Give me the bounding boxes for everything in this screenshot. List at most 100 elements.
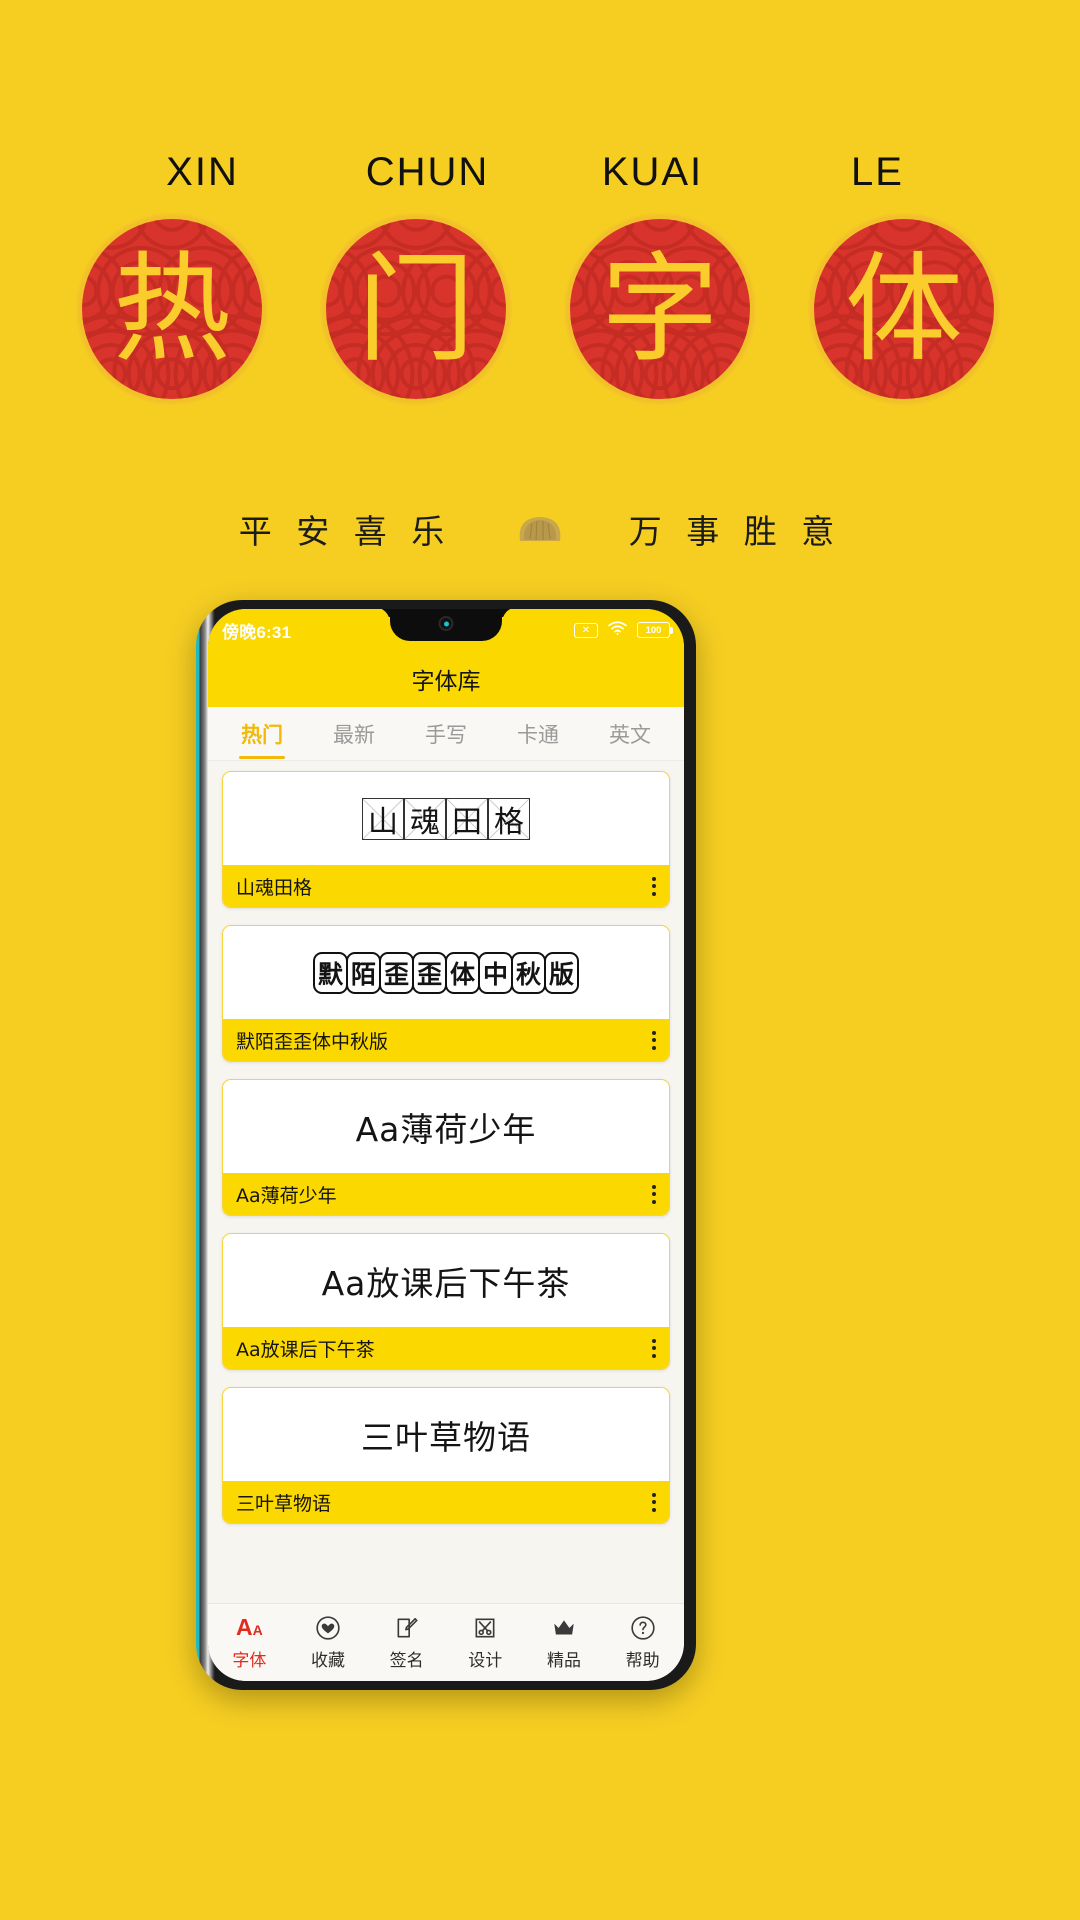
grid-cell: 田 (446, 797, 488, 840)
nav-label: 设计 (468, 1650, 503, 1671)
font-card[interactable]: 山 魂 田 格 山魂田格 (222, 771, 670, 908)
tab-english[interactable]: 英文 (607, 713, 653, 755)
nav-item-help[interactable]: 帮助 (608, 1613, 678, 1671)
tab-bar: 热门 最新 手写 卡通 英文 (208, 707, 684, 761)
font-name: 三叶草物语 (236, 1492, 332, 1515)
poster-circle-glyph: 字 (600, 240, 719, 378)
font-sample: Aa薄荷少年 (355, 1109, 537, 1149)
font-sample-bubble: 默陌歪歪体中秋版 (312, 951, 580, 994)
grid-cell: 格 (488, 797, 530, 840)
poster-circles: 热 门 字 体 (78, 215, 998, 403)
front-camera-icon (438, 616, 454, 631)
font-sample-char: 秋 (511, 951, 547, 994)
font-sample-char: 中 (478, 951, 514, 994)
font-name: Aa薄荷少年 (236, 1184, 337, 1207)
font-sample: 三叶草物语 (361, 1417, 531, 1457)
grid-cell: 魂 (404, 797, 446, 840)
font-card-footer: 三叶草物语 (223, 1481, 669, 1523)
x-box-icon: ✕ (574, 622, 598, 638)
nav-item-premium[interactable]: 精品 (529, 1613, 599, 1671)
more-vertical-icon[interactable] (652, 1030, 656, 1050)
font-card-footer: 默陌歪歪体中秋版 (223, 1019, 669, 1061)
font-card-footer: Aa放课后下午茶 (223, 1327, 669, 1369)
nav-item-signature[interactable]: 签名 (372, 1613, 442, 1671)
font-list: 山 魂 田 格 山魂田格 默陌歪歪体中秋版 默陌歪歪体中秋版 Aa薄荷少年 Aa… (208, 761, 684, 1524)
gold-ingot-icon (510, 507, 570, 551)
nav-item-design[interactable]: 设计 (450, 1613, 520, 1671)
battery-icon: 100 (637, 622, 673, 638)
phone-bezel: 傍晚6:31 ✕ 100 字体库 热门 最新 手写 卡通 英文 山 魂 田 格 … (208, 609, 684, 1681)
pinyin-le: LE (851, 150, 904, 194)
more-vertical-icon[interactable] (652, 1184, 656, 1204)
font-sample-char: 陌 (345, 951, 381, 994)
more-vertical-icon[interactable] (652, 876, 656, 896)
font-sample-char: 歪 (378, 951, 414, 994)
grid-cell: 山 (362, 797, 404, 840)
blessing-left: 平 安 喜 乐 (238, 512, 452, 551)
phone-screen: 傍晚6:31 ✕ 100 字体库 热门 最新 手写 卡通 英文 山 魂 田 格 … (208, 609, 684, 1681)
nav-item-fonts[interactable]: AA 字体 (214, 1613, 284, 1671)
font-sample-char: 默 (312, 951, 348, 994)
font-sample-char: 体 (445, 951, 481, 994)
pinyin-row: XIN CHUN KUAI LE (90, 150, 990, 195)
font-name: 山魂田格 (236, 876, 313, 899)
poster-circle-glyph: 门 (356, 240, 475, 378)
font-aa-icon: AA (235, 1614, 263, 1640)
font-name: Aa放课后下午茶 (236, 1338, 375, 1361)
heart-icon (315, 1613, 341, 1643)
font-sample-char: 魂 (410, 804, 440, 840)
poster-circle-ti: 体 (810, 215, 998, 403)
nav-label: 签名 (389, 1650, 424, 1671)
tab-handwriting[interactable]: 手写 (423, 713, 469, 755)
phone-mockup: 傍晚6:31 ✕ 100 字体库 热门 最新 手写 卡通 英文 山 魂 田 格 … (196, 600, 696, 1690)
nav-label: 收藏 (310, 1650, 345, 1671)
font-name: 默陌歪歪体中秋版 (236, 1030, 389, 1053)
font-sample-grid: 山 魂 田 格 (362, 797, 530, 840)
font-preview: Aa放课后下午茶 (223, 1234, 669, 1327)
app-bar: 字体库 (208, 651, 684, 707)
font-sample-char: 田 (452, 804, 482, 840)
battery-level: 100 (645, 624, 662, 636)
poster-circle-men: 门 (322, 215, 510, 403)
pinyin-chun: CHUN (365, 150, 490, 194)
status-bar: 傍晚6:31 ✕ 100 (208, 609, 684, 651)
font-card-footer: Aa薄荷少年 (223, 1173, 669, 1215)
font-sample-char: 歪 (411, 951, 447, 994)
blessing-right: 万 事 胜 意 (628, 512, 842, 551)
font-card[interactable]: Aa薄荷少年 Aa薄荷少年 (222, 1079, 670, 1216)
font-sample-char: 版 (544, 951, 580, 994)
poster-circle-re: 热 (78, 215, 266, 403)
scissors-icon (472, 1613, 498, 1643)
more-vertical-icon[interactable] (652, 1338, 656, 1358)
font-sample-char: 格 (494, 804, 524, 840)
font-preview: 三叶草物语 (223, 1388, 669, 1481)
wifi-icon (607, 620, 628, 641)
poster-circle-glyph: 体 (844, 240, 963, 378)
poster-header: XIN CHUN KUAI LE 热 门 字 体 平 安 喜 乐 万 事 胜 意 (0, 0, 1080, 600)
font-card[interactable]: 三叶草物语 三叶草物语 (222, 1387, 670, 1524)
nav-label: 字体 (232, 1650, 267, 1671)
font-card[interactable]: 默陌歪歪体中秋版 默陌歪歪体中秋版 (222, 925, 670, 1062)
blessing-row: 平 安 喜 乐 万 事 胜 意 (0, 505, 1080, 553)
font-card-footer: 山魂田格 (223, 865, 669, 907)
tab-hot[interactable]: 热门 (239, 713, 285, 759)
font-preview: 默陌歪歪体中秋版 (223, 926, 669, 1019)
font-card[interactable]: Aa放课后下午茶 Aa放课后下午茶 (222, 1233, 670, 1370)
page-title: 字体库 (411, 669, 481, 695)
font-preview: Aa薄荷少年 (223, 1080, 669, 1173)
font-sample: Aa放课后下午茶 (321, 1263, 571, 1303)
tab-cartoon[interactable]: 卡通 (515, 713, 561, 755)
nav-item-favorites[interactable]: 收藏 (293, 1613, 363, 1671)
tab-newest[interactable]: 最新 (331, 713, 377, 755)
status-icons: ✕ 100 (574, 620, 673, 641)
pinyin-kuai: KUAI (601, 150, 704, 194)
bottom-navigation: AA 字体 收藏 签名 设计 精品 帮助 (208, 1603, 684, 1681)
poster-circle-zi: 字 (566, 215, 754, 403)
font-preview: 山 魂 田 格 (223, 772, 669, 865)
crown-icon (551, 1613, 577, 1643)
pinyin-xin: XIN (166, 150, 239, 194)
font-sample-char: 山 (368, 804, 398, 840)
pen-edit-icon (394, 1613, 420, 1643)
more-vertical-icon[interactable] (652, 1492, 656, 1512)
status-time: 傍晚6:31 (222, 622, 292, 642)
